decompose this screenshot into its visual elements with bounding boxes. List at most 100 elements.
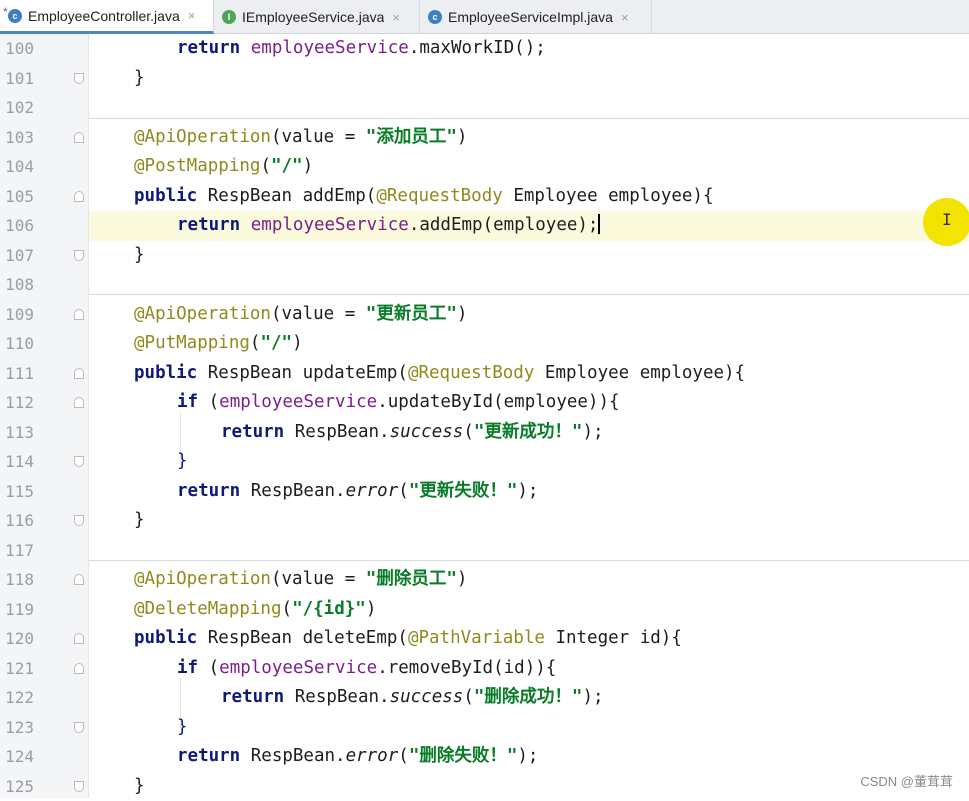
fold-start-icon[interactable] — [74, 191, 84, 202]
code-text: } — [134, 241, 145, 271]
line-number: 124 — [0, 742, 34, 772]
code-line-current[interactable]: 106 return employeeService.addEmp(employ… — [0, 211, 969, 241]
line-number: 110 — [0, 329, 34, 359]
code-line[interactable]: 103 @ApiOperation(value = "添加员工") — [0, 123, 969, 153]
code-text: @ApiOperation(value = "添加员工") — [134, 123, 467, 153]
code-text: return RespBean.success("删除成功！"); — [221, 683, 604, 713]
fold-start-icon[interactable] — [74, 633, 84, 644]
tab-iemployee-service[interactable]: I IEmployeeService.java × — [214, 0, 420, 34]
tab-label: EmployeeController.java — [28, 8, 180, 24]
line-number: 100 — [0, 34, 34, 64]
editor-tab-bar: * c EmployeeController.java × I IEmploye… — [0, 0, 969, 34]
line-number: 109 — [0, 300, 34, 330]
code-line[interactable]: 121 if (employeeService.removeById(id)){ — [0, 654, 969, 684]
interface-icon: I — [222, 10, 236, 24]
code-text: public RespBean deleteEmp(@PathVariable … — [134, 624, 682, 654]
code-line[interactable]: 120 public RespBean deleteEmp(@PathVaria… — [0, 624, 969, 654]
code-line[interactable]: 125 } — [0, 772, 969, 801]
code-text: return employeeService.addEmp(employee); — [177, 211, 600, 241]
fold-end-icon[interactable] — [74, 73, 84, 84]
fold-end-icon[interactable] — [74, 250, 84, 261]
code-line[interactable]: 113 return RespBean.success("更新成功！"); — [0, 418, 969, 448]
line-number: 103 — [0, 123, 34, 153]
close-icon[interactable]: × — [621, 10, 629, 25]
line-number: 119 — [0, 595, 34, 625]
fold-start-icon[interactable] — [74, 309, 84, 320]
tab-employee-service-impl[interactable]: c EmployeeServiceImpl.java × — [420, 0, 652, 34]
line-number: 114 — [0, 447, 34, 477]
line-number: 123 — [0, 713, 34, 743]
code-line[interactable]: 100 return employeeService.maxWorkID(); — [0, 34, 969, 64]
code-editor[interactable]: 100 return employeeService.maxWorkID(); … — [0, 34, 969, 798]
code-line[interactable]: 119 @DeleteMapping("/{id}") — [0, 595, 969, 625]
code-line[interactable]: 122 return RespBean.success("删除成功！"); — [0, 683, 969, 713]
text-caret — [598, 214, 600, 234]
tab-label: IEmployeeService.java — [242, 9, 384, 25]
code-line[interactable]: 111 public RespBean updateEmp(@RequestBo… — [0, 359, 969, 389]
close-icon[interactable]: × — [392, 10, 400, 25]
watermark: CSDN @董茸茸 — [860, 771, 953, 790]
line-number: 111 — [0, 359, 34, 389]
line-number: 117 — [0, 536, 34, 566]
line-number: 108 — [0, 270, 34, 300]
class-icon: c — [8, 9, 22, 23]
line-number: 104 — [0, 152, 34, 182]
line-number: 122 — [0, 683, 34, 713]
fold-end-icon[interactable] — [74, 722, 84, 733]
fold-start-icon[interactable] — [74, 132, 84, 143]
line-number: 121 — [0, 654, 34, 684]
line-number: 112 — [0, 388, 34, 418]
tab-label: EmployeeServiceImpl.java — [448, 9, 613, 25]
tab-employee-controller[interactable]: * c EmployeeController.java × — [0, 0, 214, 34]
code-line[interactable]: 116 } — [0, 506, 969, 536]
code-text: if (employeeService.removeById(id)){ — [177, 654, 556, 684]
code-line[interactable]: 114 } — [0, 447, 969, 477]
code-line[interactable]: 102 — [0, 93, 969, 123]
modified-indicator: * — [3, 5, 8, 19]
line-number: 115 — [0, 477, 34, 507]
fold-start-icon[interactable] — [74, 397, 84, 408]
code-text: @DeleteMapping("/{id}") — [134, 595, 376, 625]
close-icon[interactable]: × — [188, 8, 196, 23]
code-line[interactable]: 115 return RespBean.error("更新失败！"); — [0, 477, 969, 507]
fold-start-icon[interactable] — [74, 574, 84, 585]
text-cursor-icon: I — [942, 210, 952, 229]
code-line[interactable]: 110 @PutMapping("/") — [0, 329, 969, 359]
code-line[interactable]: 105 public RespBean addEmp(@RequestBody … — [0, 182, 969, 212]
fold-end-icon[interactable] — [74, 515, 84, 526]
line-number: 125 — [0, 772, 34, 801]
code-text: return employeeService.maxWorkID(); — [177, 34, 546, 64]
code-text: } — [177, 713, 188, 743]
code-text: @ApiOperation(value = "删除员工") — [134, 565, 467, 595]
code-line[interactable]: 124 return RespBean.error("删除失败！"); — [0, 742, 969, 772]
code-text: return RespBean.error("更新失败！"); — [177, 477, 538, 507]
code-line[interactable]: 107 } — [0, 241, 969, 271]
line-number: 113 — [0, 418, 34, 448]
code-line[interactable]: 109 @ApiOperation(value = "更新员工") — [0, 300, 969, 330]
code-line[interactable]: 118 @ApiOperation(value = "删除员工") — [0, 565, 969, 595]
fold-end-icon[interactable] — [74, 456, 84, 467]
code-text: } — [134, 64, 145, 94]
line-number: 116 — [0, 506, 34, 536]
code-text: @PutMapping("/") — [134, 329, 303, 359]
line-number: 105 — [0, 182, 34, 212]
code-text: @ApiOperation(value = "更新员工") — [134, 300, 467, 330]
code-line[interactable]: 108 — [0, 270, 969, 300]
code-text: } — [177, 447, 188, 477]
code-text: return RespBean.error("删除失败！"); — [177, 742, 538, 772]
code-line[interactable]: 117 — [0, 536, 969, 566]
code-text: return RespBean.success("更新成功！"); — [221, 418, 604, 448]
fold-start-icon[interactable] — [74, 663, 84, 674]
line-number: 107 — [0, 241, 34, 271]
line-number: 118 — [0, 565, 34, 595]
code-line[interactable]: 112 if (employeeService.updateById(emplo… — [0, 388, 969, 418]
fold-start-icon[interactable] — [74, 368, 84, 379]
fold-end-icon[interactable] — [74, 781, 84, 792]
class-icon: c — [428, 10, 442, 24]
code-line[interactable]: 123 } — [0, 713, 969, 743]
code-line[interactable]: 104 @PostMapping("/") — [0, 152, 969, 182]
code-line[interactable]: 101 } — [0, 64, 969, 94]
code-text: } — [134, 772, 145, 801]
line-number: 106 — [0, 211, 34, 241]
line-number: 120 — [0, 624, 34, 654]
